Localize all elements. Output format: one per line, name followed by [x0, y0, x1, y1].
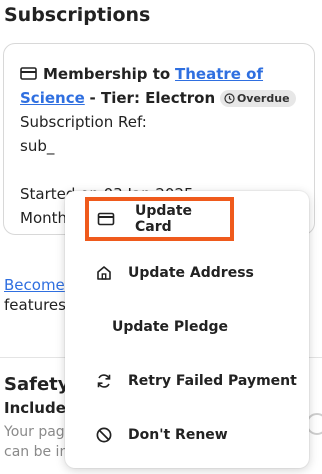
menu-item-label: Retry Failed Payment	[128, 373, 297, 389]
page-title: Subscriptions	[4, 4, 151, 26]
ref-value: sub_	[20, 137, 55, 155]
menu-item-label: Update Card	[135, 203, 193, 235]
become-link[interactable]: Become	[4, 276, 65, 294]
membership-prefix: Membership to	[43, 65, 171, 83]
ref-label: Subscription Ref:	[20, 113, 147, 131]
safety-heading: Safety	[4, 374, 70, 395]
menu-item-update-card[interactable]: Update Card	[85, 197, 234, 241]
desc-line-2: can be in	[4, 444, 69, 460]
menu-item-update-pledge[interactable]: Update Pledge	[65, 307, 309, 347]
credit-card-icon	[97, 210, 115, 228]
cancel-icon	[95, 426, 113, 444]
safety-description: Your page can be in	[4, 422, 73, 462]
status-badge: Overdue	[219, 90, 296, 107]
menu-item-label: Update Pledge	[112, 319, 229, 335]
menu-item-dont-renew[interactable]: Don't Renew	[65, 415, 309, 455]
status-badge-label: Overdue	[236, 92, 290, 105]
refresh-icon	[95, 372, 113, 390]
subscription-actions-menu: Update Card Update Address Update Pledge…	[65, 191, 309, 468]
desc-line-1: Your page	[4, 424, 74, 440]
menu-item-update-address[interactable]: Update Address	[65, 253, 309, 293]
below-card-text: Become features,	[4, 275, 71, 315]
include-label: Include	[4, 399, 66, 417]
features-text: features,	[4, 296, 71, 314]
menu-item-label: Update Address	[128, 265, 254, 281]
tier-text: - Tier: Electron	[89, 89, 216, 107]
menu-item-label: Don't Renew	[128, 427, 228, 443]
monthly-text: Month	[20, 209, 68, 227]
menu-item-retry-failed-payment[interactable]: Retry Failed Payment	[65, 361, 309, 401]
credit-card-icon	[20, 63, 37, 80]
home-icon	[95, 264, 113, 282]
clock-icon	[224, 92, 235, 104]
